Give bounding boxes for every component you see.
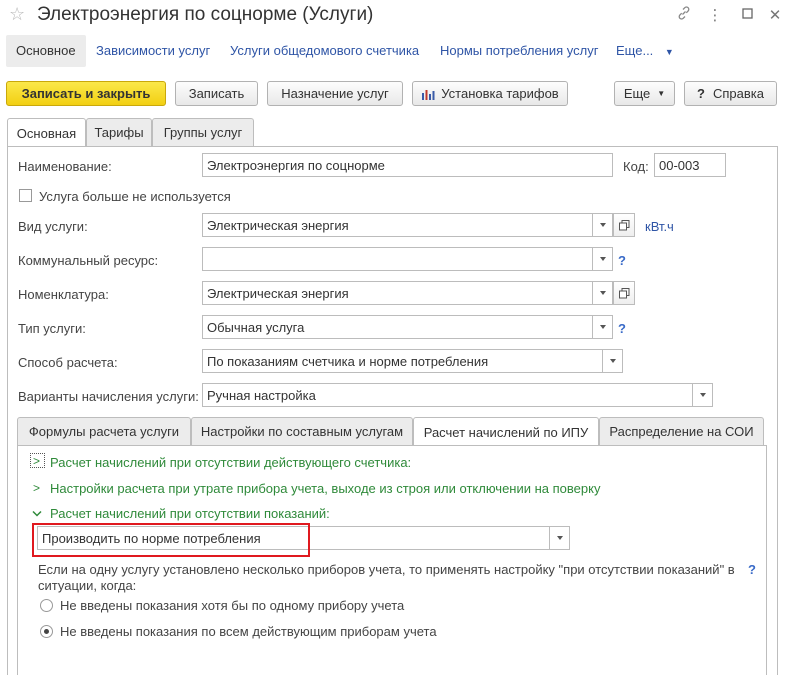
assign-services-button[interactable]: Назначение услуг — [267, 81, 403, 106]
nav-more-label: Еще... — [616, 43, 654, 58]
note-line-1: Если на одну услугу установлено нескольк… — [38, 562, 735, 577]
tab-service-groups[interactable]: Группы услуг — [152, 118, 254, 146]
chevron-down-icon — [599, 291, 606, 295]
chevron-down-icon: ▼ — [664, 47, 674, 57]
window-title: Электроэнергия по соцнорме (Услуги) — [37, 4, 374, 25]
chevron-down-icon — [599, 325, 606, 329]
chevron-right-icon[interactable]: > — [33, 454, 40, 468]
nomenclature-dropdown-button[interactable] — [593, 281, 613, 305]
variants-dropdown-button[interactable] — [693, 383, 713, 407]
tab-ipu-calculation[interactable]: Расчет начислений по ИПУ — [413, 417, 599, 446]
more-vertical-icon[interactable]: ⋮ — [705, 6, 725, 24]
unused-checkbox[interactable] — [19, 189, 32, 202]
chevron-down-icon — [599, 223, 606, 227]
close-icon[interactable]: ✕ — [765, 6, 785, 24]
radio-any-meter[interactable] — [40, 599, 53, 612]
more-button-label: Еще — [623, 86, 651, 101]
chevron-down-icon[interactable] — [32, 507, 42, 521]
nav-consumption-norms[interactable]: Нормы потребления услуг — [440, 43, 598, 58]
tab-main[interactable]: Основная — [7, 118, 86, 147]
help-icon: ? — [697, 86, 705, 101]
code-label: Код: — [623, 159, 649, 174]
variants-field[interactable]: Ручная настройка — [202, 383, 693, 407]
tab-tariffs[interactable]: Тарифы — [86, 118, 152, 146]
chevron-down-icon: ▼ — [657, 89, 666, 98]
name-label: Наименование: — [18, 159, 112, 174]
tab-composite-settings[interactable]: Настройки по составным услугам — [191, 417, 413, 445]
ipu-panel — [17, 445, 767, 675]
kind-open-button[interactable] — [613, 213, 635, 237]
name-field[interactable]: Электроэнергия по соцнорме — [202, 153, 613, 177]
method-dropdown-button[interactable] — [603, 349, 623, 373]
kind-field[interactable]: Электрическая энергия — [202, 213, 593, 237]
note-line-2: ситуации, когда: — [38, 578, 137, 593]
nav-dependencies[interactable]: Зависимости услуг — [96, 43, 210, 58]
tab-soi-distribution[interactable]: Распределение на СОИ — [599, 417, 764, 445]
save-and-close-button[interactable]: Записать и закрыть — [6, 81, 166, 106]
link-icon[interactable] — [674, 6, 694, 24]
no-readings-dropdown-button[interactable] — [550, 526, 570, 550]
chevron-down-icon — [556, 536, 563, 540]
set-tariffs-label: Установка тарифов — [441, 86, 559, 101]
title-bar: ☆ Электроэнергия по соцнорме (Услуги) ⋮ … — [0, 0, 786, 32]
help-button[interactable]: ? Справка — [684, 81, 777, 106]
resource-dropdown-button[interactable] — [593, 247, 613, 271]
group-no-readings[interactable]: Расчет начислений при отсутствии показан… — [50, 506, 330, 521]
radio-all-meters-label: Не введены показания по всем действующим… — [60, 624, 437, 639]
code-field[interactable]: 00-003 — [654, 153, 726, 177]
open-form-icon — [618, 287, 629, 298]
radio-selected-dot — [44, 629, 49, 634]
nav-common-meter-services[interactable]: Услуги общедомового счетчика — [230, 43, 419, 58]
favorite-star-icon[interactable]: ☆ — [9, 4, 25, 25]
radio-any-meter-label: Не введены показания хотя бы по одному п… — [60, 598, 405, 613]
type-dropdown-button[interactable] — [593, 315, 613, 339]
nav-more[interactable]: Еще... ▼ — [616, 43, 674, 58]
help-button-label: Справка — [712, 86, 764, 101]
chevron-down-icon — [609, 359, 616, 363]
resource-field[interactable] — [202, 247, 593, 271]
highlight-frame — [32, 523, 310, 557]
bar-chart-icon — [421, 88, 435, 100]
radio-all-meters[interactable] — [40, 625, 53, 638]
resource-help-icon[interactable]: ? — [618, 253, 626, 268]
save-button[interactable]: Записать — [175, 81, 258, 106]
chevron-down-icon — [599, 257, 606, 261]
group-no-meter[interactable]: Расчет начислений при отсутствии действу… — [50, 455, 411, 470]
method-label: Способ расчета: — [18, 355, 118, 370]
nomenclature-label: Номенклатура: — [18, 287, 109, 302]
unused-label: Услуга больше не используется — [39, 189, 231, 204]
note-help-icon[interactable]: ? — [748, 562, 756, 577]
type-field[interactable]: Обычная услуга — [202, 315, 593, 339]
group-meter-loss[interactable]: Настройки расчета при утрате прибора уче… — [50, 481, 600, 496]
maximize-icon[interactable] — [737, 6, 757, 23]
method-field[interactable]: По показаниям счетчика и норме потреблен… — [202, 349, 603, 373]
nomenclature-field[interactable]: Электрическая энергия — [202, 281, 593, 305]
kind-dropdown-button[interactable] — [593, 213, 613, 237]
chevron-right-icon[interactable]: > — [33, 481, 40, 495]
nav-main[interactable]: Основное — [6, 35, 86, 67]
variants-label: Варианты начисления услуги: — [18, 389, 199, 404]
set-tariffs-button[interactable]: Установка тарифов — [412, 81, 568, 106]
kind-label: Вид услуги: — [18, 219, 88, 234]
tab-formulas[interactable]: Формулы расчета услуги — [17, 417, 191, 445]
open-form-icon — [618, 219, 629, 230]
resource-label: Коммунальный ресурс: — [18, 253, 159, 268]
type-label: Тип услуги: — [18, 321, 86, 336]
kind-unit-link[interactable]: кВт.ч — [645, 219, 674, 234]
type-help-icon[interactable]: ? — [618, 321, 626, 336]
more-button[interactable]: Еще ▼ — [614, 81, 675, 106]
nomenclature-open-button[interactable] — [613, 281, 635, 305]
chevron-down-icon — [699, 393, 706, 397]
